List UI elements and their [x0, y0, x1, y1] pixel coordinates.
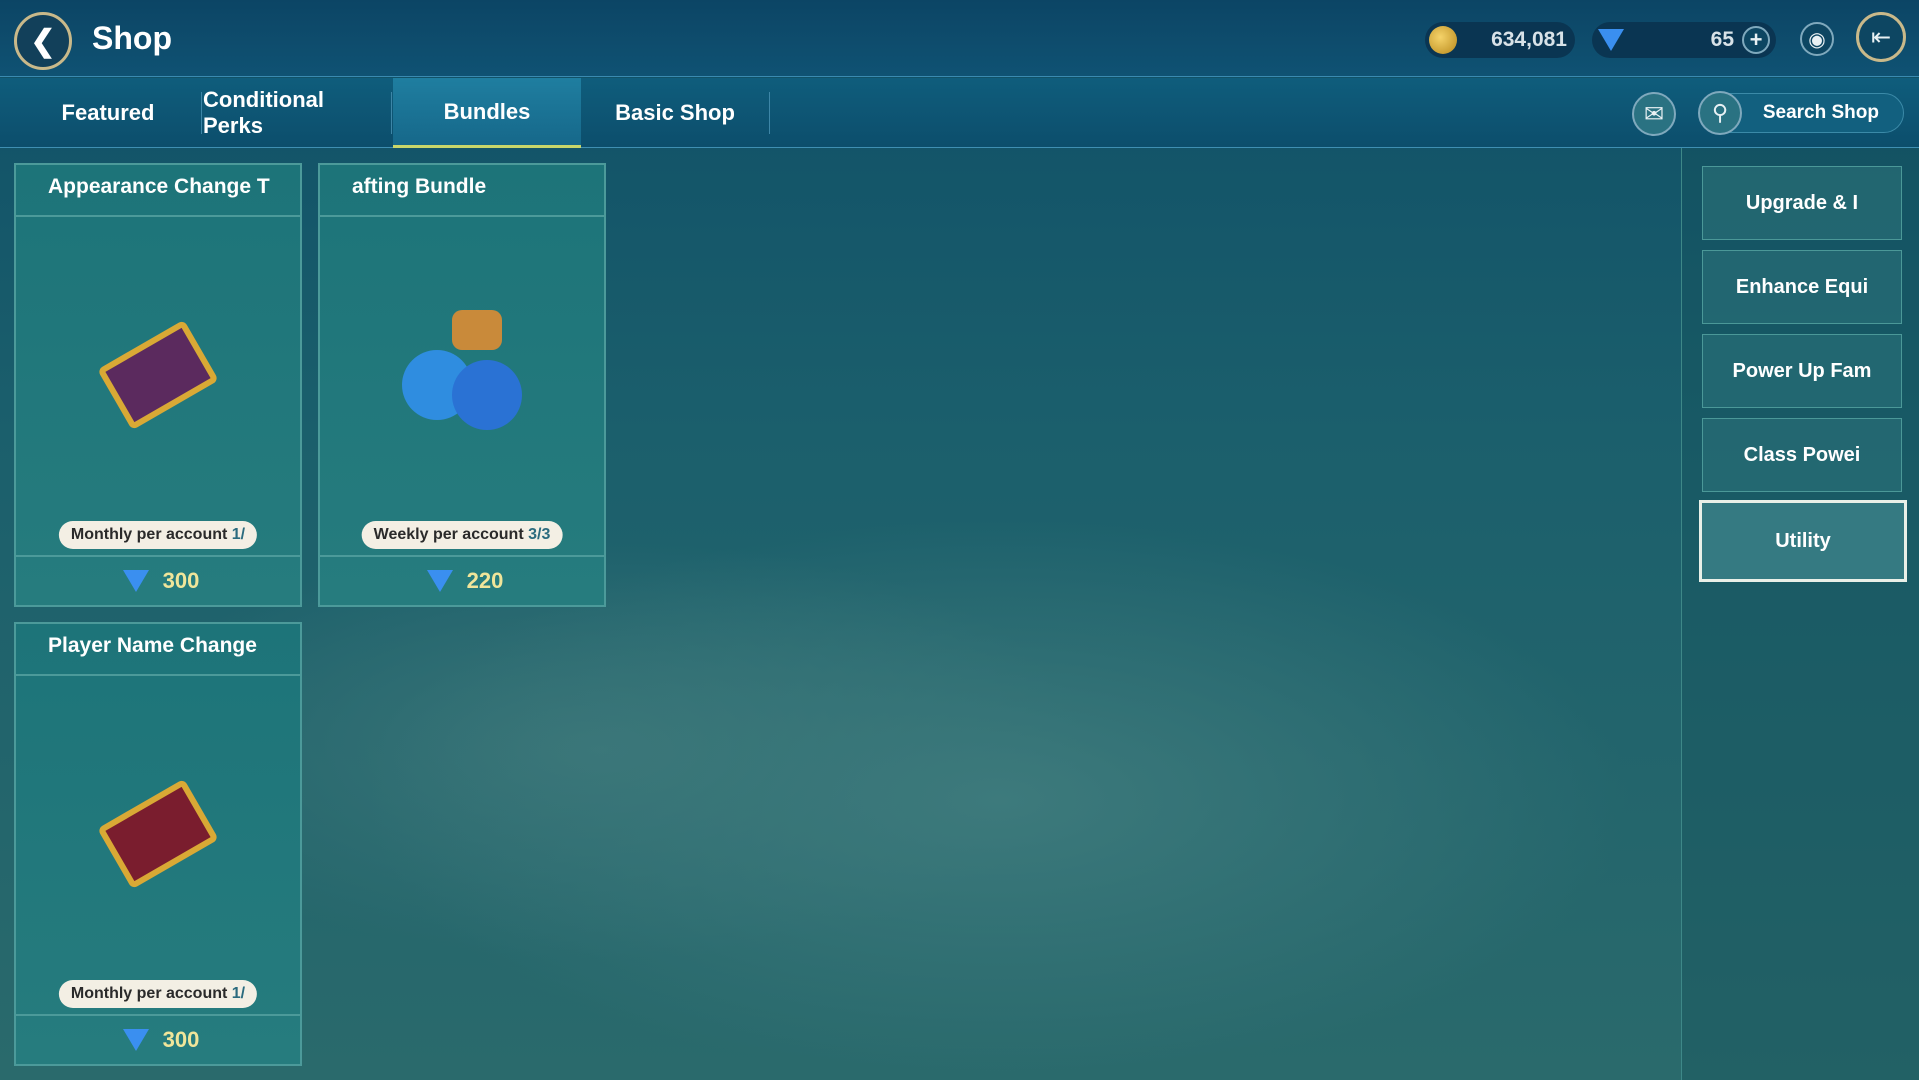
category-upgrade[interactable]: Upgrade & I: [1702, 166, 1902, 240]
gold-counter: 634,081: [1425, 22, 1575, 58]
gem-counter: 65 +: [1592, 22, 1776, 58]
gem-icon: [1598, 29, 1624, 51]
target-icon: ◉: [1808, 28, 1826, 51]
page-title: Shop: [92, 20, 172, 56]
price: 220: [320, 555, 604, 605]
mail-button[interactable]: ✉: [1632, 92, 1676, 136]
category-sidebar: Upgrade & I Enhance Equi Power Up Fam Cl…: [1681, 148, 1919, 1080]
item-title: Appearance Change T: [16, 165, 300, 217]
search-icon[interactable]: ⚲: [1698, 91, 1742, 135]
gem-icon: [122, 570, 149, 592]
exit-door-icon: ⇤: [1870, 23, 1892, 51]
price: 300: [16, 1014, 300, 1064]
divider: [201, 92, 202, 134]
shop-item-card[interactable]: Player Name Change Monthly per account 1…: [14, 622, 302, 1066]
divider: [769, 92, 770, 134]
purchase-limit-badge: Weekly per account 3/3: [361, 521, 563, 549]
tab-conditional-perks[interactable]: Conditional Perks: [203, 78, 389, 148]
envelope-icon: ✉: [1643, 100, 1665, 128]
tab-bundles[interactable]: Bundles: [393, 78, 581, 148]
tab-basic-shop[interactable]: Basic Shop: [581, 78, 769, 148]
price: 300: [16, 555, 300, 605]
top-bar: ❮ Shop 634,081 65 + ◉ ⇤: [0, 0, 1919, 77]
crafting-bundle-icon: [320, 225, 604, 525]
shop-item-card[interactable]: afting Bundle Weekly per account 3/3 220: [318, 163, 606, 607]
item-title: Player Name Change: [16, 624, 300, 676]
gem-icon: [426, 570, 453, 592]
appearance-ticket-icon: [16, 225, 300, 525]
category-power-up[interactable]: Power Up Fam: [1702, 334, 1902, 408]
item-title: afting Bundle: [320, 165, 604, 217]
name-change-ticket-icon: [16, 684, 300, 984]
category-class-power[interactable]: Class Powei: [1702, 418, 1902, 492]
exit-button[interactable]: ⇤: [1856, 12, 1906, 62]
add-gems-button[interactable]: +: [1742, 26, 1770, 54]
gem-icon: [122, 1029, 149, 1051]
tab-featured[interactable]: Featured: [30, 78, 186, 148]
category-enhance-equipment[interactable]: Enhance Equi: [1702, 250, 1902, 324]
shop-item-card[interactable]: Appearance Change T Monthly per account …: [14, 163, 302, 607]
back-arrow-icon: ❮: [30, 24, 56, 58]
gold-coin-icon: [1429, 26, 1457, 54]
back-button[interactable]: ❮: [14, 12, 72, 70]
purchase-limit-badge: Monthly per account 1/: [58, 521, 258, 549]
category-utility[interactable]: Utility: [1699, 500, 1907, 582]
divider: [391, 92, 392, 134]
currency-settings-button[interactable]: ◉: [1800, 22, 1834, 56]
purchase-limit-badge: Monthly per account 1/: [58, 980, 258, 1008]
